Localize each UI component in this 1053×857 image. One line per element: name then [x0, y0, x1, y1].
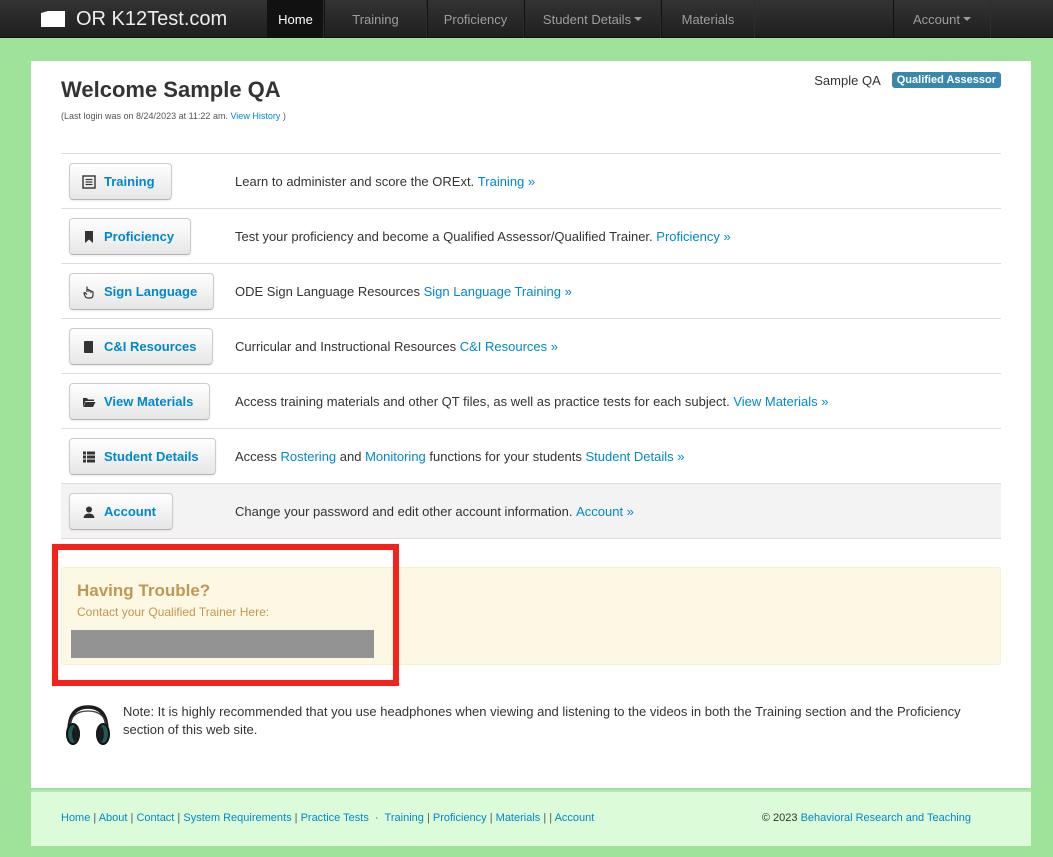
footer: Home | About | Contact | System Requirem…	[31, 790, 1031, 846]
book-icon	[84, 340, 93, 353]
row-description: Access Rostering and Monitoring function…	[235, 429, 685, 484]
ci-resources-button-label: C&I Resources	[104, 339, 197, 354]
hand-icon	[83, 286, 94, 299]
student-details-button[interactable]: Student Details	[69, 438, 216, 475]
sign-language-button-label: Sign Language	[104, 284, 198, 299]
student-details-link[interactable]: Student Details »	[585, 449, 684, 464]
proficiency-button[interactable]: Proficiency	[69, 218, 192, 255]
chevron-down-icon	[634, 17, 643, 21]
proficiency-link[interactable]: Proficiency »	[656, 229, 730, 244]
footer-training-link[interactable]: Training	[385, 812, 424, 824]
table-row: Sign Language ODE Sign Language Resource…	[61, 264, 1001, 319]
row-text: ODE Sign Language Resources	[235, 284, 424, 299]
user-icon	[83, 506, 95, 518]
view-history-link[interactable]: View History	[230, 111, 280, 121]
last-login-text: (Last login was on 8/24/2023 at 11:22 am…	[61, 111, 228, 121]
row-description: Test your proficiency and become a Quali…	[235, 209, 731, 264]
student-details-button-label: Student Details	[104, 449, 199, 464]
row-text: Learn to administer and score the ORExt.	[235, 174, 478, 189]
account-button[interactable]: Account	[69, 493, 173, 530]
footer-proficiency-link[interactable]: Proficiency	[433, 812, 487, 824]
headphones-note: Note: It is highly recommended that you …	[61, 699, 1001, 749]
account-link[interactable]: Account »	[576, 504, 634, 519]
brand-name: OR K12Test.com	[76, 7, 228, 30]
view-materials-button-label: View Materials	[104, 394, 194, 409]
footer-materials-link[interactable]: Materials	[496, 812, 541, 824]
table-row: C&I Resources Curricular and Instruction…	[61, 319, 1001, 374]
row-description: ODE Sign Language Resources Sign Languag…	[235, 264, 572, 319]
footer-contact-link[interactable]: Contact	[136, 812, 174, 824]
ci-resources-link[interactable]: C&I Resources »	[460, 339, 558, 354]
copyright-text: © 2023	[761, 812, 801, 824]
training-button[interactable]: Training	[69, 163, 172, 200]
th-list-icon	[83, 451, 95, 462]
nav-account[interactable]: Account	[893, 0, 991, 38]
row-text: Access	[235, 449, 281, 464]
nav-student-details[interactable]: Student Details	[524, 0, 661, 38]
row-text: Access training materials and other QT f…	[235, 394, 734, 409]
last-login-close: )	[282, 111, 286, 121]
nav-materials[interactable]: Materials	[661, 0, 755, 38]
table-row: Training Learn to administer and score t…	[61, 154, 1001, 209]
section-table: Training Learn to administer and score t…	[61, 153, 1001, 539]
headphones-icon	[66, 705, 110, 745]
view-materials-button[interactable]: View Materials	[69, 383, 211, 420]
row-text: Change your password and edit other acco…	[235, 504, 577, 519]
folder-icon	[83, 397, 96, 407]
top-navbar: OR K12Test.com Home Training Proficiency…	[0, 0, 1053, 38]
table-row: Proficiency Test your proficiency and be…	[61, 209, 1001, 264]
row-description: Learn to administer and score the ORExt.…	[235, 154, 535, 209]
row-text: and	[336, 449, 366, 464]
brt-link[interactable]: Behavioral Research and Teaching	[801, 812, 971, 824]
chevron-down-icon	[962, 17, 971, 21]
nav-home[interactable]: Home	[267, 0, 324, 38]
table-row: Student Details Access Rostering and Mon…	[61, 429, 1001, 484]
footer-home-link[interactable]: Home	[61, 812, 90, 824]
rostering-link[interactable]: Rostering	[281, 449, 337, 464]
proficiency-button-label: Proficiency	[104, 229, 175, 244]
list-icon	[82, 174, 96, 189]
row-text: functions for your students	[425, 449, 586, 464]
user-info: Sample QA Qualified Assessor	[814, 72, 1001, 88]
bookmark-icon	[85, 230, 93, 243]
nav-student-details-label: Student Details	[542, 11, 632, 27]
role-badge: Qualified Assessor	[891, 72, 1001, 88]
nav-account-label: Account	[913, 11, 960, 27]
note-text: Note: It is highly recommended that you …	[123, 704, 961, 737]
page-title: Welcome Sample QA	[61, 77, 281, 102]
nav-training[interactable]: Training	[324, 0, 427, 38]
monitoring-link[interactable]: Monitoring	[365, 449, 426, 464]
table-row: Account Change your password and edit ot…	[61, 484, 1001, 539]
row-description: Access training materials and other QT f…	[235, 374, 828, 429]
footer-links: Home | About | Contact | System Requirem…	[61, 812, 595, 824]
user-name: Sample QA	[814, 72, 881, 88]
brand-link[interactable]: OR K12Test.com	[40, 0, 227, 38]
footer-copyright: © 2023 Behavioral Research and Teaching	[762, 812, 971, 824]
row-text: Test your proficiency and become a Quali…	[235, 229, 657, 244]
training-link[interactable]: Training »	[478, 174, 535, 189]
footer-about-link[interactable]: About	[99, 812, 128, 824]
highlight-box	[52, 544, 399, 686]
account-button-label: Account	[104, 504, 156, 519]
ci-resources-button[interactable]: C&I Resources	[69, 328, 214, 365]
footer-account-link[interactable]: Account	[555, 812, 595, 824]
view-materials-link[interactable]: View Materials »	[733, 394, 828, 409]
row-text: Curricular and Instructional Resources	[235, 339, 460, 354]
table-row: View Materials Access training materials…	[61, 374, 1001, 429]
footer-practice-tests-link[interactable]: Practice Tests	[301, 812, 369, 824]
row-description: Curricular and Instructional Resources C…	[235, 319, 558, 374]
last-login: (Last login was on 8/24/2023 at 11:22 am…	[61, 111, 286, 121]
row-description: Change your password and edit other acco…	[235, 484, 634, 539]
training-button-label: Training	[104, 174, 155, 189]
footer-system-requirements-link[interactable]: System Requirements	[183, 812, 291, 824]
oregon-logo-icon	[41, 11, 65, 27]
sign-language-button[interactable]: Sign Language	[69, 273, 215, 310]
sign-language-link[interactable]: Sign Language Training »	[424, 284, 572, 299]
nav-proficiency[interactable]: Proficiency	[427, 0, 524, 38]
